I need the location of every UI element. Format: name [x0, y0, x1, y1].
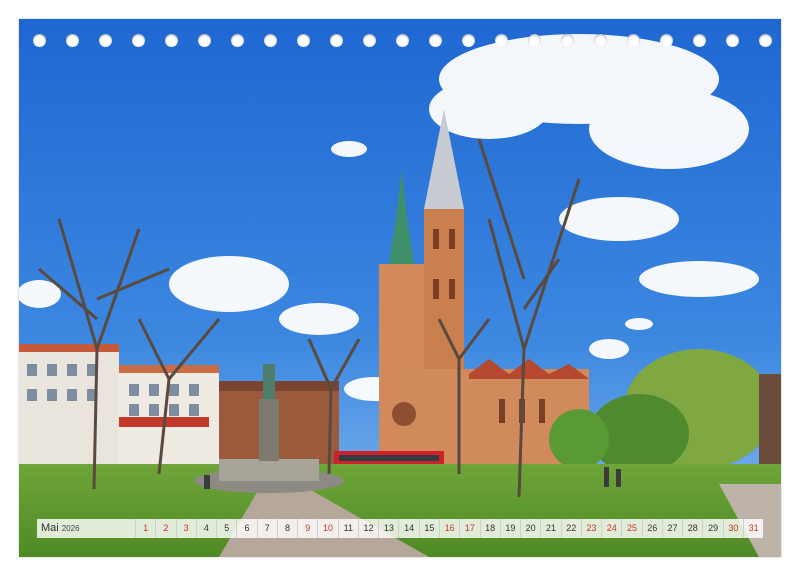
- day-cell: 30: [722, 519, 743, 538]
- calendar-strip: Mai 2026 1 2 3 4 5 6 7 8 9 10 11 12 13 14 15 16 17 18 19 20…: [37, 519, 763, 538]
- day-cell: 31: [742, 519, 763, 538]
- day-cell: 3: [175, 519, 196, 538]
- binding-hole: [561, 34, 574, 47]
- day-cell: 28: [682, 519, 702, 538]
- binding-hole: [660, 34, 673, 47]
- binding-hole: [198, 34, 211, 47]
- day-cell: 14: [398, 519, 418, 538]
- day-cell: 21: [540, 519, 560, 538]
- day-cell: 15: [418, 519, 439, 538]
- calendar-page: Mai 2026 1 2 3 4 5 6 7 8 9 10 11 12 13 14 15 16 17 18 19 20…: [0, 0, 800, 575]
- month-label: Mai 2026: [37, 519, 135, 538]
- binding-hole: [726, 34, 739, 47]
- binding-hole: [330, 34, 343, 47]
- binding-hole: [363, 34, 376, 47]
- day-cell: 25: [621, 519, 641, 538]
- day-cell: 29: [702, 519, 722, 538]
- day-cell: 20: [520, 519, 540, 538]
- day-cell: 6: [236, 519, 256, 538]
- binding-hole: [429, 34, 442, 47]
- day-cell: 16: [438, 519, 459, 538]
- day-cell: 5: [216, 519, 236, 538]
- day-cell: 13: [378, 519, 398, 538]
- day-cell: 4: [195, 519, 216, 538]
- binding-hole: [495, 34, 508, 47]
- day-cell: 11: [337, 519, 358, 538]
- binding-hole: [231, 34, 244, 47]
- day-cell: 27: [661, 519, 682, 538]
- photo-illustration: [19, 19, 781, 557]
- binding-hole: [462, 34, 475, 47]
- day-cell: 12: [357, 519, 378, 538]
- day-cell: 23: [580, 519, 601, 538]
- day-cell: 26: [641, 519, 662, 538]
- binding-holes: [19, 34, 781, 48]
- day-cell: 19: [499, 519, 520, 538]
- binding-hole: [627, 34, 640, 47]
- binding-hole: [264, 34, 277, 47]
- binding-hole: [165, 34, 178, 47]
- day-cell: 7: [256, 519, 277, 538]
- binding-hole: [99, 34, 112, 47]
- month-year: 2026: [61, 524, 80, 533]
- binding-hole: [759, 34, 772, 47]
- binding-hole: [132, 34, 145, 47]
- day-cell: 9: [297, 519, 317, 538]
- calendar-photo: [19, 19, 781, 557]
- day-cell: 18: [479, 519, 500, 538]
- month-name: Mai: [41, 522, 59, 534]
- day-cells: 1 2 3 4 5 6 7 8 9 10 11 12 13 14 15 16 17 18 19 20 21 22 23 24 2…: [135, 519, 763, 538]
- binding-hole: [528, 34, 541, 47]
- binding-hole: [66, 34, 79, 47]
- day-cell: 10: [317, 519, 337, 538]
- day-cell: 1: [135, 519, 155, 538]
- binding-hole: [594, 34, 607, 47]
- binding-hole: [297, 34, 310, 47]
- day-cell: 24: [601, 519, 621, 538]
- binding-hole: [33, 34, 46, 47]
- binding-hole: [396, 34, 409, 47]
- day-cell: 17: [459, 519, 479, 538]
- day-cell: 8: [276, 519, 297, 538]
- day-cell: 22: [560, 519, 581, 538]
- binding-hole: [693, 34, 706, 47]
- day-cell: 2: [155, 519, 175, 538]
